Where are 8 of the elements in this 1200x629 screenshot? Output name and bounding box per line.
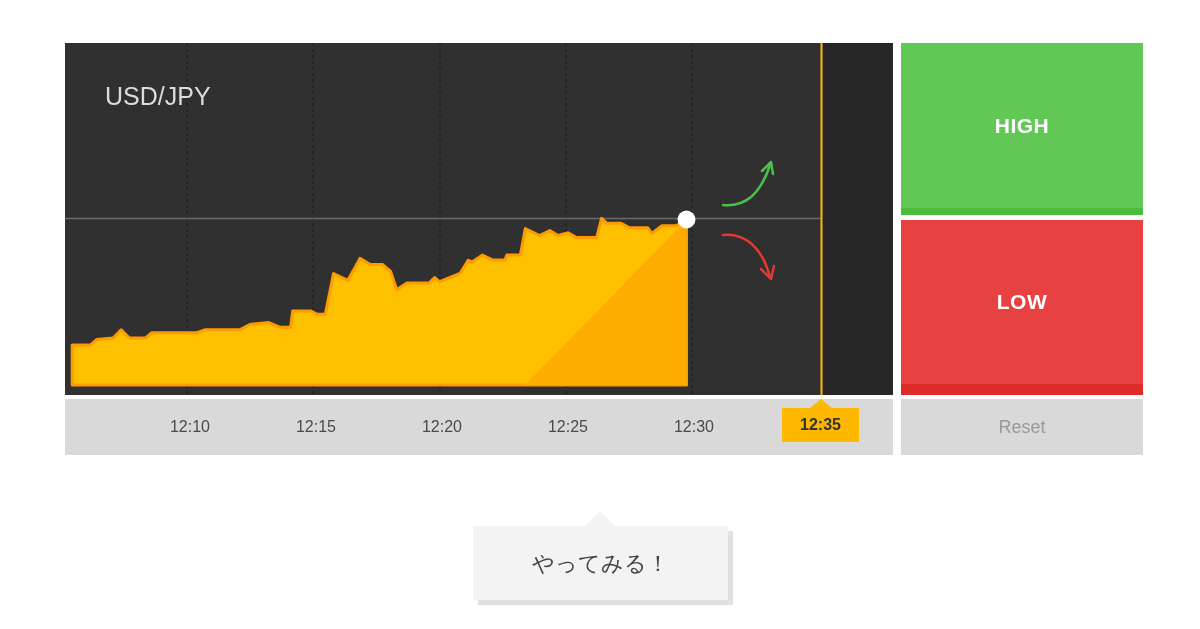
time-label: 12:30 — [673, 417, 714, 437]
time-label: 12:10 — [169, 417, 210, 437]
time-label: 12:25 — [547, 417, 588, 437]
pointer-notch-icon — [809, 399, 832, 408]
low-button[interactable]: LOW — [901, 220, 1143, 395]
high-button[interactable]: HIGH — [901, 43, 1143, 215]
time-label: 12:15 — [295, 417, 336, 437]
time-label: 12:20 — [421, 417, 462, 437]
